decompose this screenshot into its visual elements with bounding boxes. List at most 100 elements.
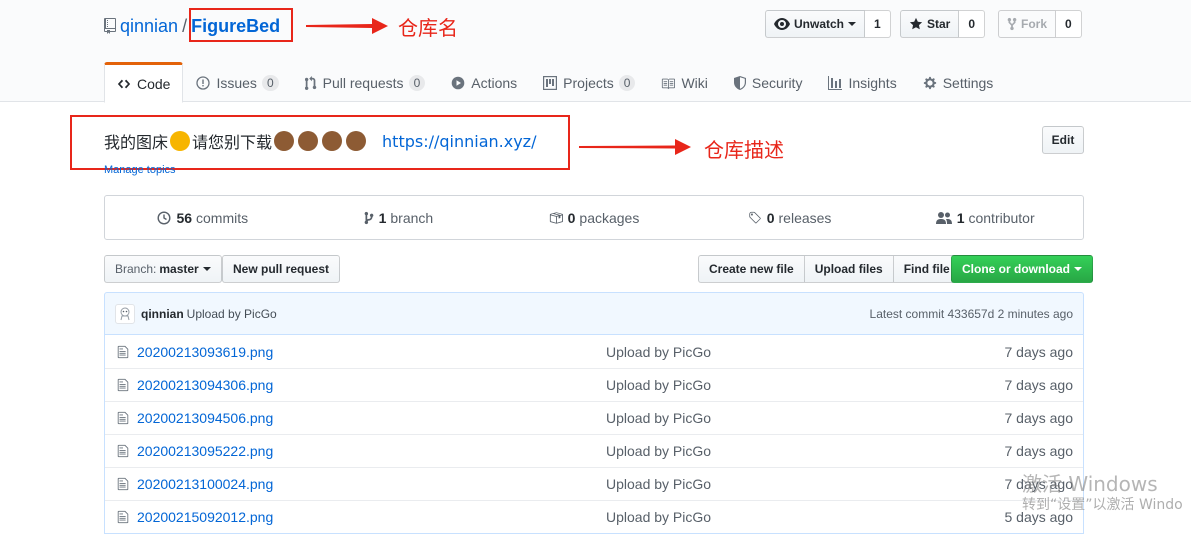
commits-link[interactable]: 56 commits xyxy=(105,210,301,226)
tab-issues[interactable]: Issues 0 xyxy=(183,62,291,102)
file-age: 7 days ago xyxy=(1004,343,1074,360)
fork-icon xyxy=(1007,17,1017,31)
star-button[interactable]: Star xyxy=(900,10,960,38)
arrow-icon xyxy=(306,18,388,34)
packages-count: 0 xyxy=(567,209,576,226)
tab-label: Code xyxy=(137,75,171,92)
tab-label: Pull requests xyxy=(322,75,404,91)
tab-label: Projects xyxy=(563,75,614,91)
tab-security[interactable]: Security xyxy=(721,62,816,102)
unwatch-button[interactable]: Unwatch xyxy=(765,10,866,38)
issues-counter: 0 xyxy=(261,75,279,91)
file-name-link[interactable]: 20200213100024.png xyxy=(137,476,606,492)
file-age: 7 days ago xyxy=(1004,377,1074,393)
path-separator: / xyxy=(182,15,188,36)
contributor-label: contributor xyxy=(968,209,1035,226)
table-row: 20200213095222.png Upload by PicGo 7 day… xyxy=(105,434,1083,467)
upload-files-button[interactable]: Upload files xyxy=(803,255,894,283)
graph-icon xyxy=(828,76,843,90)
windows-activation-hint: 转到“设置”以激活 Windo xyxy=(1022,497,1183,513)
table-row: 20200213093619.png Upload by PicGo 7 day… xyxy=(105,335,1083,368)
manage-topics-link[interactable]: Manage topics xyxy=(104,164,176,176)
file-actions-group: Create new file Upload files Find file xyxy=(698,255,961,283)
commits-label: commits xyxy=(196,209,249,226)
repo-icon xyxy=(104,18,116,34)
clone-or-download-button[interactable]: Clone or download xyxy=(951,255,1093,283)
table-row: 20200213094306.png Upload by PicGo 7 day… xyxy=(105,368,1083,401)
branch-select-group: Branch: master xyxy=(104,255,222,283)
star-count[interactable]: 0 xyxy=(959,10,986,38)
branch-count: 1 xyxy=(378,209,387,226)
fork-label: Fork xyxy=(1021,17,1048,31)
repo-name-highlight-box xyxy=(189,8,293,42)
issue-icon xyxy=(196,76,211,90)
releases-label: releases xyxy=(778,209,832,226)
file-age: 7 days ago xyxy=(1004,410,1074,426)
projects-counter: 0 xyxy=(618,75,636,91)
file-commit-link[interactable]: Upload by PicGo xyxy=(606,410,966,426)
tab-label: Insights xyxy=(848,75,897,91)
file-commit-link[interactable]: Upload by PicGo xyxy=(606,443,966,459)
file-commit-link[interactable]: Upload by PicGo xyxy=(606,377,966,393)
watch-count[interactable]: 1 xyxy=(865,10,891,38)
pr-counter: 0 xyxy=(408,75,426,91)
file-commit-link[interactable]: Upload by PicGo xyxy=(606,344,966,360)
history-icon xyxy=(157,210,171,225)
see-no-evil-monkey-icon xyxy=(298,131,319,151)
file-name-link[interactable]: 20200213094306.png xyxy=(137,377,606,393)
repo-owner-link[interactable]: qinnian xyxy=(120,16,178,37)
contributors-link[interactable]: 1 contributor xyxy=(887,210,1083,226)
file-icon xyxy=(109,477,137,491)
file-name-link[interactable]: 20200215092012.png xyxy=(137,509,606,525)
create-new-file-button[interactable]: Create new file xyxy=(698,255,805,283)
tab-projects[interactable]: Projects 0 xyxy=(530,62,648,102)
play-icon xyxy=(451,76,465,90)
file-name-link[interactable]: 20200213095222.png xyxy=(137,443,606,459)
homepage-link[interactable]: https://qinnian.xyz/ xyxy=(382,132,536,151)
file-icon xyxy=(109,378,137,392)
file-name-link[interactable]: 20200213094506.png xyxy=(137,410,606,426)
tab-settings[interactable]: Settings xyxy=(910,62,1007,102)
tab-pull-requests[interactable]: Pull requests 0 xyxy=(292,62,439,102)
file-commit-link[interactable]: Upload by PicGo xyxy=(606,509,966,525)
file-commit-link[interactable]: Upload by PicGo xyxy=(606,476,966,492)
repo-desc-annotation: 仓库描述 xyxy=(704,138,784,162)
tab-insights[interactable]: Insights xyxy=(815,62,909,102)
packages-label: packages xyxy=(579,209,640,226)
avatar[interactable] xyxy=(115,303,135,324)
fork-button[interactable]: Fork xyxy=(998,10,1057,38)
clone-group: Clone or download xyxy=(951,255,1093,283)
file-icon xyxy=(109,411,137,425)
commit-author-link[interactable]: qinnian xyxy=(141,307,184,321)
edit-description-button[interactable]: Edit xyxy=(1042,126,1084,154)
packages-link[interactable]: 0 packages xyxy=(496,210,692,226)
file-list: 20200213093619.png Upload by PicGo 7 day… xyxy=(104,335,1084,534)
tab-wiki[interactable]: Wiki xyxy=(648,62,720,102)
tab-code[interactable]: Code xyxy=(104,62,184,103)
tab-label: Settings xyxy=(942,75,994,91)
watch-group: Unwatch 1 xyxy=(765,10,891,38)
table-row: 20200213100024.png Upload by PicGo 7 day… xyxy=(105,467,1083,500)
branch-select-button[interactable]: Branch: master xyxy=(104,255,222,283)
contributor-count: 1 xyxy=(956,209,965,226)
file-icon xyxy=(109,345,137,359)
arrow-icon xyxy=(579,139,691,155)
releases-link[interactable]: 0 releases xyxy=(692,210,888,226)
new-pull-request-button[interactable]: New pull request xyxy=(222,255,341,283)
branch-label: branch xyxy=(390,209,434,226)
file-icon xyxy=(109,444,137,458)
fork-count[interactable]: 0 xyxy=(1056,10,1082,38)
commit-message-link[interactable]: Upload by PicGo xyxy=(187,307,277,321)
tab-label: Wiki xyxy=(681,75,708,91)
repo-description: 我的图床 请您别下载 https://qinnian.xyz/ xyxy=(104,129,536,153)
latest-commit-meta[interactable]: Latest commit 433657d 2 minutes ago xyxy=(870,307,1073,321)
package-icon xyxy=(549,211,563,224)
file-name-link[interactable]: 20200213093619.png xyxy=(137,344,606,360)
new-pr-group: New pull request xyxy=(222,255,341,283)
unwatch-label: Unwatch xyxy=(794,17,845,31)
branch-name: master xyxy=(159,262,199,276)
repo-nav-tabs: Code Issues 0 Pull requests 0 Actions Proj… xyxy=(104,62,1007,103)
branches-link[interactable]: 1 branch xyxy=(301,210,497,226)
table-row: 20200215092012.png Upload by PicGo 5 day… xyxy=(105,500,1083,533)
tab-actions[interactable]: Actions xyxy=(438,62,530,102)
